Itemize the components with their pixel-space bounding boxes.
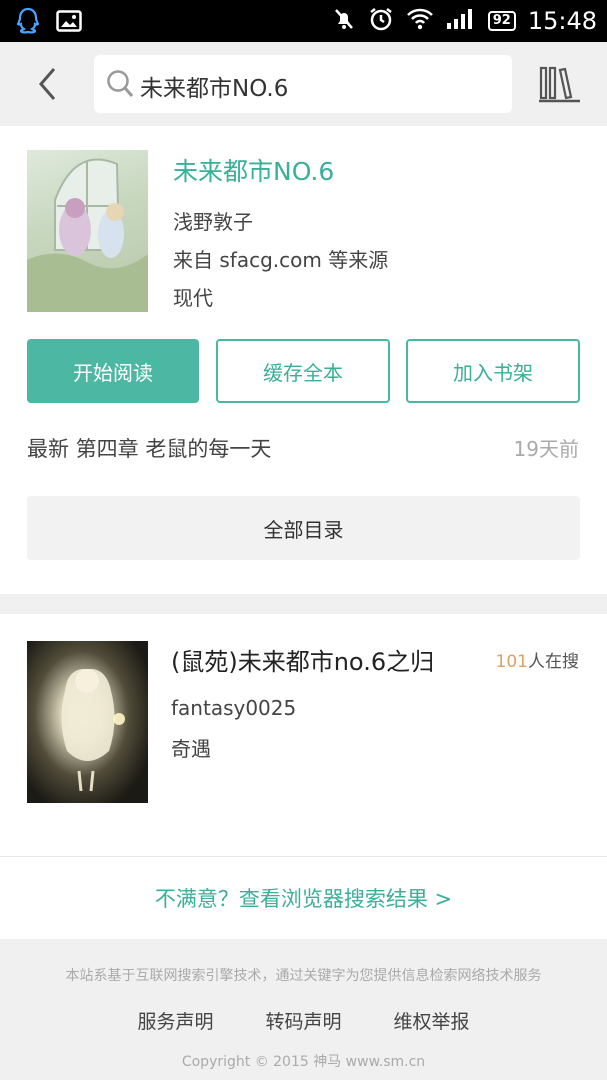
battery-indicator: 92 bbox=[487, 11, 516, 31]
footer-links: 服务声明 转码声明 维权举报 bbox=[0, 1007, 607, 1034]
result-card[interactable]: (鼠苑)未来都市no.6之归 101人在搜 fantasy0025 奇遇 bbox=[0, 614, 607, 856]
start-reading-button[interactable]: 开始阅读 bbox=[27, 339, 199, 403]
alarm-icon bbox=[368, 6, 394, 36]
search-toolbar: 未来都市NO.6 bbox=[0, 42, 607, 126]
result-card-primary[interactable]: 未来都市NO.6 浅野敦子 来自 sfacg.com 等来源 现代 开始阅读 缓… bbox=[0, 126, 607, 594]
image-icon bbox=[56, 10, 82, 36]
search-count-number: 101 bbox=[495, 652, 528, 672]
latest-chapter-time: 19天前 bbox=[513, 437, 579, 461]
book-genre: 奇遇 bbox=[171, 737, 211, 761]
service-statement-link[interactable]: 服务声明 bbox=[137, 1007, 213, 1034]
transcoding-statement-link[interactable]: 转码声明 bbox=[265, 1007, 341, 1034]
qq-icon bbox=[16, 7, 40, 39]
book-cover[interactable] bbox=[27, 641, 148, 803]
chevron-left-icon bbox=[39, 68, 56, 100]
book-genre: 现代 bbox=[173, 286, 213, 310]
latest-chapter[interactable]: 最新 第四章 老鼠的每一天 bbox=[27, 433, 271, 463]
footer: 本站系基于互联网搜索引擎技术，通过关键字为您提供信息检索网络技术服务 服务声明 … bbox=[0, 939, 607, 1080]
back-button[interactable] bbox=[28, 64, 68, 104]
copyright: Copyright © 2015 神马 www.sm.cn bbox=[181, 1054, 426, 1070]
footer-description: 本站系基于互联网搜索引擎技术，通过关键字为您提供信息检索网络技术服务 bbox=[65, 968, 542, 984]
status-bar: 92 15:48 bbox=[0, 0, 607, 42]
search-query: 未来都市NO.6 bbox=[140, 76, 289, 102]
clock: 15:48 bbox=[527, 7, 597, 35]
book-title[interactable]: (鼠苑)未来都市no.6之归 bbox=[171, 642, 434, 677]
search-count-label: 人在搜 bbox=[528, 652, 579, 672]
book-source: 来自 sfacg.com 等来源 bbox=[173, 248, 389, 272]
search-count: 101人在搜 bbox=[496, 647, 579, 672]
bookshelf-button[interactable] bbox=[538, 64, 582, 104]
book-cover[interactable] bbox=[27, 150, 148, 312]
cache-all-button[interactable]: 缓存全本 bbox=[216, 339, 390, 403]
mute-icon bbox=[332, 7, 356, 35]
browser-results-link[interactable]: 不满意？查看浏览器搜索结果 > bbox=[0, 857, 607, 939]
wifi-icon bbox=[406, 8, 434, 34]
full-catalog-button[interactable]: 全部目录 bbox=[27, 496, 580, 560]
signal-icon bbox=[446, 8, 476, 34]
book-title[interactable]: 未来都市NO.6 bbox=[173, 152, 334, 188]
rights-report-link[interactable]: 维权举报 bbox=[394, 1007, 470, 1034]
section-separator bbox=[0, 594, 607, 614]
search-input[interactable]: 未来都市NO.6 bbox=[94, 55, 512, 113]
book-author: fantasy0025 bbox=[171, 696, 297, 720]
bookshelf-icon bbox=[539, 66, 580, 103]
book-author: 浅野敦子 bbox=[173, 210, 253, 234]
search-icon bbox=[106, 69, 134, 103]
add-to-shelf-button[interactable]: 加入书架 bbox=[406, 339, 580, 403]
